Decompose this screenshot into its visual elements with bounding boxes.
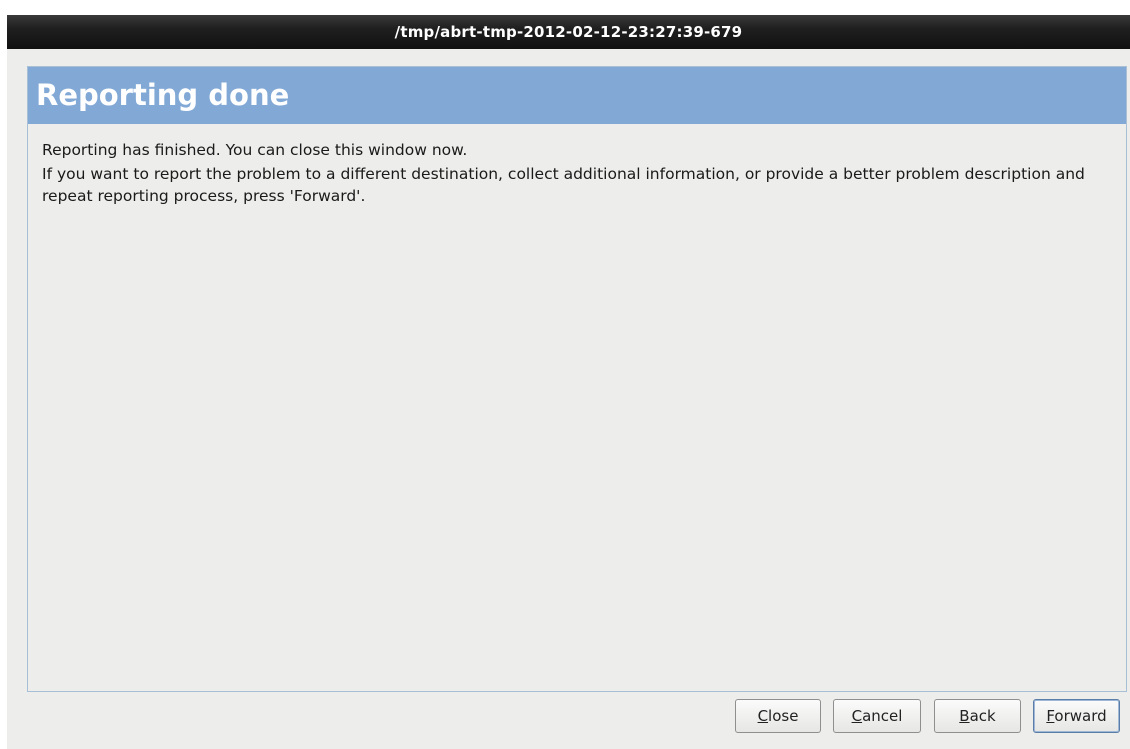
button-bar: Close Cancel Back Forward (7, 699, 1130, 735)
message-area: Reporting has finished. You can close th… (42, 139, 1102, 209)
back-button[interactable]: Back (934, 699, 1021, 733)
page-title: Reporting done (36, 78, 290, 112)
content-panel: Reporting done Reporting has finished. Y… (27, 66, 1127, 692)
page-header: Reporting done (28, 67, 1126, 124)
cancel-label: ancel (862, 707, 903, 725)
close-button[interactable]: Close (735, 699, 821, 733)
close-label: lose (768, 707, 799, 725)
forward-button[interactable]: Forward (1033, 699, 1120, 733)
window-title: /tmp/abrt-tmp-2012-02-12-23:27:39-679 (394, 23, 743, 41)
close-mnemonic: C (757, 707, 769, 725)
cancel-button[interactable]: Cancel (833, 699, 921, 733)
cancel-mnemonic: C (851, 707, 863, 725)
instruction-message: If you want to report the problem to a d… (42, 165, 1085, 205)
forward-label: orward (1054, 707, 1107, 725)
dialog-window: /tmp/abrt-tmp-2012-02-12-23:27:39-679 Re… (7, 15, 1130, 749)
back-label: ack (969, 707, 996, 725)
back-mnemonic: B (959, 707, 970, 725)
window-titlebar[interactable]: /tmp/abrt-tmp-2012-02-12-23:27:39-679 (7, 15, 1130, 49)
status-message: Reporting has finished. You can close th… (42, 141, 468, 159)
